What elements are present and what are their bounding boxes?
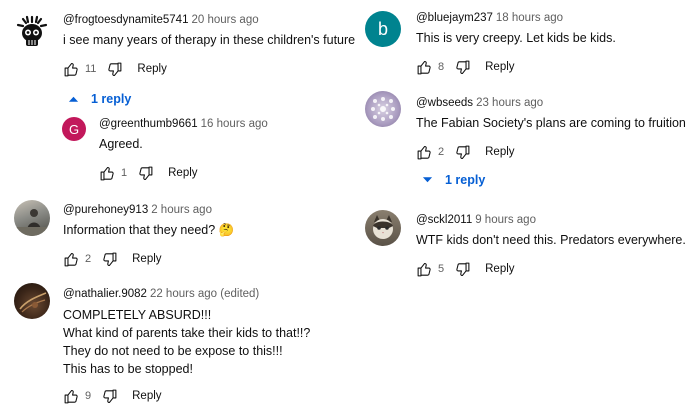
comment-timestamp[interactable]: 22 hours ago (edited)	[150, 288, 259, 300]
comment-author[interactable]: @bluejaym237	[416, 12, 493, 24]
comment-text: i see many years of therapy in these chi…	[63, 33, 356, 47]
like-count: 5	[438, 263, 445, 275]
comment-text: COMPLETELY ABSURD!!! What kind of parent…	[63, 306, 310, 378]
like-count: 8	[438, 61, 445, 73]
avatar[interactable]: b	[365, 11, 401, 47]
show-replies-button[interactable]: 1 reply	[422, 173, 485, 187]
comment: @frogtoesdynamite5741 20 hours ago i see …	[0, 0, 360, 90]
reply-button[interactable]: Reply	[485, 146, 514, 158]
dislike-icon[interactable]	[454, 261, 471, 278]
comment-timestamp[interactable]: 23 hours ago	[476, 97, 543, 109]
dislike-icon[interactable]	[454, 59, 471, 76]
comment-author[interactable]: @wbseeds	[416, 97, 473, 109]
replies-count: 1 reply	[91, 92, 132, 106]
comment-text-line: COMPLETELY ABSURD!!!	[63, 308, 212, 322]
comment: @sckl2011 9 hours ago WTF kids don't need…	[360, 205, 689, 285]
comment-author[interactable]: @greenthumb9661	[99, 118, 198, 130]
dotted-pattern-icon	[371, 97, 395, 121]
dislike-icon[interactable]	[454, 144, 471, 161]
comment-author[interactable]: @purehoney913	[63, 204, 148, 216]
comment-text: Agreed.	[99, 137, 143, 151]
dislike-icon[interactable]	[106, 61, 123, 78]
avatar-letter: G	[68, 121, 80, 137]
cat-photo-icon	[373, 215, 393, 239]
person-photo-icon	[14, 209, 50, 236]
artwork-avatar-icon	[19, 292, 47, 313]
like-icon[interactable]	[416, 59, 433, 76]
comment-text: This is very creepy. Let kids be kids.	[416, 31, 616, 45]
reply-button[interactable]: Reply	[485, 61, 514, 73]
comment: @wbseeds 23 hours ago The Fabian Society'…	[360, 88, 689, 168]
reply-button[interactable]: Reply	[137, 63, 166, 75]
comment-text: Information that they need? 🤔	[63, 223, 235, 237]
reply-comment: G @greenthumb9661 16 hours ago Agreed. 1 …	[0, 112, 360, 192]
comment-text-line: What kind of parents take their kids to …	[63, 326, 311, 340]
avatar-letter: b	[377, 18, 388, 39]
comment-timestamp[interactable]: 18 hours ago	[496, 12, 563, 24]
comment: b @bluejaym237 18 hours ago This is very …	[360, 0, 689, 85]
like-icon[interactable]	[63, 388, 80, 405]
like-icon[interactable]	[63, 251, 80, 268]
reply-button[interactable]: Reply	[132, 253, 161, 265]
comment-text-line: This has to be stopped!	[63, 362, 193, 376]
like-count: 9	[85, 390, 92, 402]
like-icon[interactable]	[63, 61, 80, 78]
avatar[interactable]	[14, 200, 50, 236]
comment-author[interactable]: @frogtoesdynamite5741	[63, 14, 188, 26]
dislike-icon[interactable]	[101, 388, 118, 405]
like-icon[interactable]	[416, 144, 433, 161]
comment-timestamp[interactable]: 9 hours ago	[475, 214, 536, 226]
skull-avatar-icon	[14, 14, 50, 50]
like-count: 11	[85, 63, 97, 75]
reply-button[interactable]: Reply	[132, 390, 161, 402]
comment-text-line: They do not need to be expose to this!!!	[63, 344, 283, 358]
caret-down-icon	[422, 176, 433, 184]
show-replies-button[interactable]: 1 reply	[68, 92, 131, 106]
avatar[interactable]	[14, 14, 50, 50]
comment: @purehoney913 2 hours ago Information tha…	[0, 195, 360, 270]
avatar[interactable]	[365, 210, 401, 246]
like-icon[interactable]	[99, 165, 116, 182]
comment-timestamp[interactable]: 2 hours ago	[151, 204, 212, 216]
like-count: 1	[121, 167, 128, 179]
avatar[interactable]	[14, 283, 50, 319]
comment-text: The Fabian Society's plans are coming to…	[416, 116, 686, 130]
comment-timestamp[interactable]: 20 hours ago	[191, 14, 258, 26]
like-count: 2	[85, 253, 92, 265]
dislike-icon[interactable]	[101, 251, 118, 268]
reply-button[interactable]: Reply	[485, 263, 514, 275]
comment-text: WTF kids don't need this. Predators ever…	[416, 233, 686, 247]
avatar[interactable]: G	[62, 117, 86, 141]
caret-up-icon	[68, 95, 79, 103]
comment-author[interactable]: @sckl2011	[416, 214, 472, 226]
dislike-icon[interactable]	[137, 165, 154, 182]
avatar[interactable]	[365, 91, 401, 127]
like-icon[interactable]	[416, 261, 433, 278]
like-count: 2	[438, 146, 445, 158]
comment-author[interactable]: @nathalier.9082	[63, 288, 147, 300]
comment: @nathalier.9082 22 hours ago (edited) COM…	[0, 278, 360, 406]
comment-timestamp[interactable]: 16 hours ago	[201, 118, 268, 130]
reply-button[interactable]: Reply	[168, 167, 197, 179]
replies-count: 1 reply	[445, 173, 486, 187]
